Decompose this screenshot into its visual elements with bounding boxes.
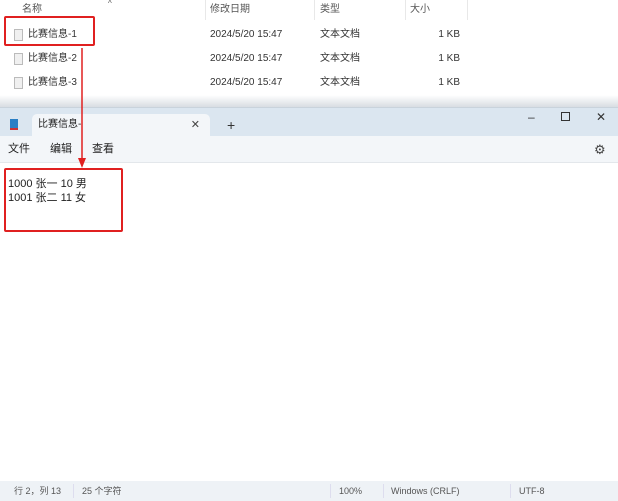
arrow-annotation <box>0 0 618 500</box>
